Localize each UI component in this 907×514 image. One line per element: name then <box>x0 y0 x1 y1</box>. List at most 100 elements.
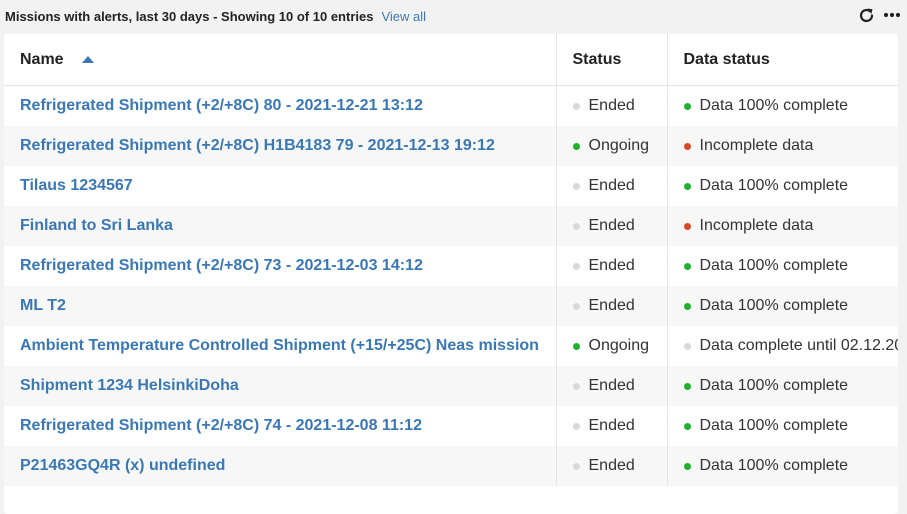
column-header-data-status-label: Data status <box>683 50 770 68</box>
status-text: Ended <box>588 377 635 394</box>
mission-name-link[interactable]: P21463GQ4R (x) undefined <box>4 457 556 475</box>
data-status-text: Data 100% complete <box>699 257 849 274</box>
status-indicator: Ongoing <box>557 137 667 155</box>
mission-name-link[interactable]: Refrigerated Shipment (+2/+8C) 80 - 2021… <box>4 97 556 115</box>
data-status-cell: Data 100% complete <box>666 85 898 126</box>
more-icon[interactable] <box>883 6 901 24</box>
data-status-cell: Data 100% complete <box>666 446 898 486</box>
table-row[interactable]: Refrigerated Shipment (+2/+8C) 80 - 2021… <box>4 85 898 127</box>
data-status-dot-icon <box>683 462 691 470</box>
data-status-dot-icon <box>683 302 691 310</box>
column-header-status-label: Status <box>572 50 622 68</box>
status-text: Ongoing <box>588 337 650 354</box>
widget-header: Missions with alerts, last 30 days - Sho… <box>0 0 907 32</box>
status-cell: Ended <box>555 366 667 406</box>
data-status-dot-icon <box>683 382 691 390</box>
data-status-indicator: Incomplete data <box>668 137 898 155</box>
missions-table-panel: Name Status Data status Refrigerated Shi… <box>4 34 898 514</box>
data-status-indicator: Data 100% complete <box>668 257 898 275</box>
data-status-indicator: Data complete until 02.12.20 <box>668 337 899 355</box>
refresh-icon[interactable] <box>857 6 875 24</box>
status-dot-icon <box>572 422 580 430</box>
status-text: Ended <box>588 417 635 434</box>
table-row[interactable]: Shipment 1234 HelsinkiDoha Ended Data 100%… <box>4 366 898 406</box>
name-cell: P21463GQ4R (x) undefined <box>4 446 556 486</box>
status-text: Ended <box>588 97 635 114</box>
status-dot-icon <box>572 142 580 150</box>
status-dot-icon <box>572 222 580 230</box>
status-indicator: Ended <box>557 177 667 195</box>
status-cell: Ended <box>555 446 667 486</box>
mission-name-link[interactable]: Finland to Sri Lanka <box>4 217 556 235</box>
status-text: Ended <box>588 257 635 274</box>
name-cell: Refrigerated Shipment (+2/+8C) H1B4183 7… <box>4 126 556 166</box>
data-status-cell: Data complete until 02.12.20 <box>666 326 899 366</box>
data-status-indicator: Data 100% complete <box>668 97 898 115</box>
data-status-dot-icon <box>683 222 691 230</box>
mission-name-link[interactable]: Shipment 1234 HelsinkiDoha <box>4 377 556 395</box>
status-cell: Ended <box>555 85 667 126</box>
status-cell: Ended <box>555 286 667 326</box>
data-status-text: Data 100% complete <box>699 377 849 394</box>
status-cell: Ongoing <box>555 326 667 366</box>
status-cell: Ended <box>555 206 667 246</box>
column-header-name[interactable]: Name <box>4 34 556 86</box>
table-row[interactable]: Refrigerated Shipment (+2/+8C) 73 - 2021… <box>4 246 898 286</box>
mission-name-link[interactable]: Refrigerated Shipment (+2/+8C) H1B4183 7… <box>4 137 556 155</box>
mission-name-link[interactable]: Ambient Temperature Controlled Shipment … <box>4 337 556 355</box>
data-status-cell: Data 100% complete <box>666 246 898 286</box>
name-cell: Refrigerated Shipment (+2/+8C) 80 - 2021… <box>4 86 556 127</box>
data-status-text: Data complete until 02.12.20 <box>699 337 899 354</box>
data-status-text: Data 100% complete <box>699 97 849 114</box>
status-dot-icon <box>572 102 580 110</box>
table-row[interactable]: Tilaus 1234567 Ended Data 100% complete <box>4 166 898 206</box>
status-dot-icon <box>572 302 580 310</box>
mission-name-link[interactable]: Refrigerated Shipment (+2/+8C) 74 - 2021… <box>4 417 556 435</box>
status-cell: Ended <box>555 246 667 286</box>
sort-ascending-icon[interactable] <box>81 56 94 63</box>
mission-name-link[interactable]: ML T2 <box>4 297 556 315</box>
data-status-indicator: Data 100% complete <box>668 297 898 315</box>
mission-name-link[interactable]: Tilaus 1234567 <box>4 177 556 195</box>
status-indicator: Ended <box>557 377 667 395</box>
table-row[interactable]: Ambient Temperature Controlled Shipment … <box>4 326 898 366</box>
data-status-indicator: Data 100% complete <box>668 457 898 475</box>
data-status-cell: Incomplete data <box>666 206 898 246</box>
data-status-text: Data 100% complete <box>699 457 849 474</box>
name-cell: Finland to Sri Lanka <box>4 206 556 246</box>
name-cell: Ambient Temperature Controlled Shipment … <box>4 326 556 366</box>
view-all-link[interactable]: View all <box>381 9 426 24</box>
name-cell: Tilaus 1234567 <box>4 166 556 206</box>
data-status-indicator: Data 100% complete <box>668 177 898 195</box>
table-body: Refrigerated Shipment (+2/+8C) 80 - 2021… <box>4 85 898 486</box>
status-indicator: Ended <box>557 297 667 315</box>
data-status-dot-icon <box>683 142 691 150</box>
data-status-dot-icon <box>683 102 691 110</box>
table-row[interactable]: Refrigerated Shipment (+2/+8C) 74 - 2021… <box>4 406 898 446</box>
name-cell: Refrigerated Shipment (+2/+8C) 73 - 2021… <box>4 246 556 286</box>
table-row[interactable]: P21463GQ4R (x) undefined Ended Data 100% c… <box>4 446 898 486</box>
data-status-dot-icon <box>683 262 691 270</box>
status-text: Ended <box>588 457 635 474</box>
status-indicator: Ended <box>557 417 667 435</box>
status-cell: Ongoing <box>555 126 667 166</box>
name-cell: ML T2 <box>4 286 556 326</box>
data-status-indicator: Data 100% complete <box>668 377 898 395</box>
status-text: Ended <box>588 177 635 194</box>
data-status-text: Data 100% complete <box>699 177 849 194</box>
column-header-status[interactable]: Status <box>555 34 667 86</box>
mission-name-link[interactable]: Refrigerated Shipment (+2/+8C) 73 - 2021… <box>4 257 556 275</box>
missions-table: Name Status Data status Refrigerated Shi… <box>4 34 898 486</box>
status-dot-icon <box>572 262 580 270</box>
data-status-text: Incomplete data <box>699 137 814 154</box>
data-status-cell: Data 100% complete <box>666 166 898 206</box>
table-row[interactable]: Finland to Sri Lanka Ended Incomplete data <box>4 206 898 246</box>
name-cell: Shipment 1234 HelsinkiDoha <box>4 366 556 406</box>
data-status-dot-icon <box>683 182 691 190</box>
data-status-text: Incomplete data <box>699 217 814 234</box>
status-text: Ongoing <box>588 137 650 154</box>
table-row[interactable]: Refrigerated Shipment (+2/+8C) H1B4183 7… <box>4 126 898 166</box>
table-row[interactable]: ML T2 Ended Data 100% complete <box>4 286 898 326</box>
column-header-data-status[interactable]: Data status <box>666 34 898 86</box>
status-dot-icon <box>572 182 580 190</box>
